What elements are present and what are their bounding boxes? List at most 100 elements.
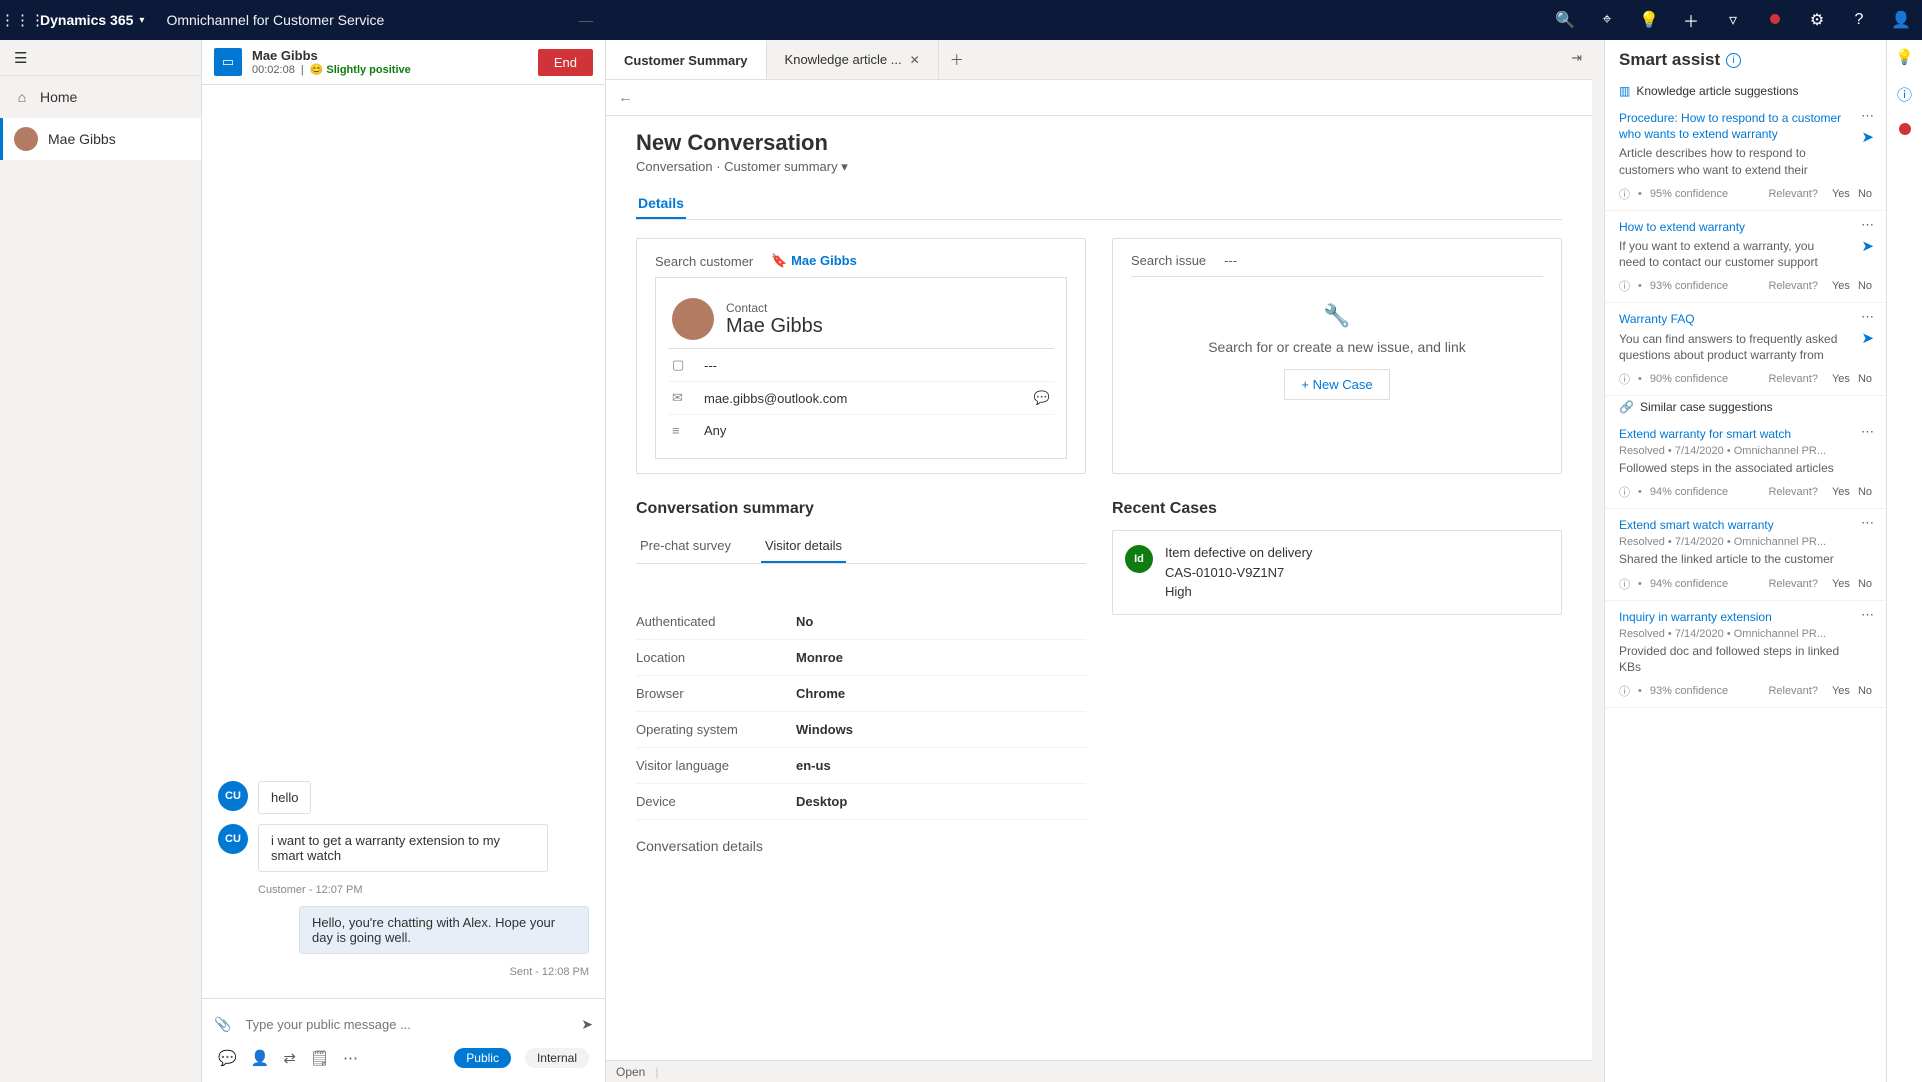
info-icon[interactable]: ⓘ: [1619, 371, 1630, 387]
info-icon[interactable]: ⓘ: [1619, 484, 1630, 500]
internal-toggle[interactable]: Internal: [525, 1048, 589, 1068]
chevron-down-icon[interactable]: ▾: [139, 15, 166, 26]
presence-indicator[interactable]: [1754, 11, 1796, 29]
yes-button[interactable]: Yes: [1832, 486, 1850, 498]
suggestion-item[interactable]: ⋯Extend warranty for smart watchResolved…: [1605, 418, 1886, 509]
task-icon[interactable]: ⌖: [1586, 11, 1628, 29]
record-indicator[interactable]: [1899, 123, 1911, 135]
send-icon[interactable]: ➤: [1861, 128, 1874, 146]
confidence: 94% confidence: [1650, 578, 1728, 590]
add-icon[interactable]: ＋: [1670, 8, 1712, 32]
account-icon[interactable]: 👤: [1880, 10, 1922, 30]
more-icon[interactable]: ⋯: [1861, 108, 1874, 124]
new-case-button[interactable]: + New Case: [1284, 369, 1389, 400]
waffle-icon[interactable]: ⋮⋮⋮: [0, 11, 40, 29]
contact-label: Contact: [726, 301, 823, 315]
breadcrumb-bar: ←: [606, 80, 1592, 116]
suggestion-title: Extend smart watch warranty: [1619, 517, 1872, 533]
suggestion-item[interactable]: ⋯➤Procedure: How to respond to a custome…: [1605, 102, 1886, 211]
notes-icon[interactable]: 🗒: [310, 1049, 329, 1067]
tab-prechat[interactable]: Pre-chat survey: [636, 530, 735, 561]
yes-button[interactable]: Yes: [1832, 578, 1850, 590]
lightbulb-icon[interactable]: 💡: [1895, 48, 1914, 66]
issue-card: Search issue --- 🔧 Search for or create …: [1112, 238, 1562, 474]
expand-icon[interactable]: ⇥: [1571, 50, 1582, 66]
info-icon[interactable]: ⓘ: [1897, 84, 1912, 105]
info-icon[interactable]: ⓘ: [1619, 186, 1630, 202]
chat-icon[interactable]: 💬: [1034, 390, 1050, 406]
yes-button[interactable]: Yes: [1832, 373, 1850, 385]
main-content: Customer Summary Knowledge article ...✕ …: [606, 40, 1592, 1082]
relevant-label: Relevant?: [1768, 280, 1818, 292]
email-value[interactable]: mae.gibbs@outlook.com: [704, 391, 847, 406]
more-icon[interactable]: ⋯: [1861, 424, 1874, 440]
customer-link[interactable]: 🔖 Mae Gibbs: [771, 253, 857, 269]
suggestion-desc: Provided doc and followed steps in linke…: [1619, 643, 1872, 675]
global-topbar: ⋮⋮⋮ Dynamics 365 ▾ Omnichannel for Custo…: [0, 0, 1922, 40]
nav-session[interactable]: Mae Gibbs: [0, 118, 201, 160]
more-icon[interactable]: ⋯: [1861, 217, 1874, 233]
attachment-icon[interactable]: 📎: [214, 1016, 231, 1033]
send-icon[interactable]: ➤: [581, 1016, 593, 1033]
search-issue-label: Search issue: [1131, 253, 1206, 268]
info-icon[interactable]: ⓘ: [1619, 278, 1630, 294]
search-icon[interactable]: 🔍: [1544, 10, 1586, 30]
conv-details-label: Conversation details: [636, 838, 1086, 854]
chat-header: ▭ Mae Gibbs 00:02:08 | 😊 Slightly positi…: [202, 40, 605, 85]
tab-knowledge-article[interactable]: Knowledge article ...✕: [767, 40, 939, 79]
suggestion-meta: Resolved • 7/14/2020 • Omnichannel PR...: [1619, 536, 1872, 548]
nav-home[interactable]: ⌂ Home: [0, 76, 201, 118]
more-icon[interactable]: ⋯: [1861, 515, 1874, 531]
back-icon[interactable]: ←: [618, 89, 645, 106]
yes-button[interactable]: Yes: [1832, 685, 1850, 697]
help-icon[interactable]: ?: [1838, 11, 1880, 29]
content-area: New Conversation Conversation · Customer…: [606, 116, 1592, 1060]
transfer-icon[interactable]: ⇄: [283, 1049, 296, 1067]
gear-icon[interactable]: ⚙: [1796, 10, 1838, 30]
yes-button[interactable]: Yes: [1832, 280, 1850, 292]
tab-details[interactable]: Details: [636, 189, 686, 219]
suggestion-item[interactable]: ⋯➤Warranty FAQYou can find answers to fr…: [1605, 303, 1886, 396]
message-input[interactable]: [241, 1007, 571, 1042]
status-bar: Open |: [606, 1060, 1592, 1082]
tab-visitor-details[interactable]: Visitor details: [761, 530, 846, 563]
add-tab-button[interactable]: ＋: [939, 40, 975, 79]
more-icon[interactable]: ⋯: [343, 1049, 358, 1067]
consult-icon[interactable]: 👤: [251, 1049, 270, 1067]
chat-panel: — ▭ Mae Gibbs 00:02:08 | 😊 Slightly posi…: [202, 40, 606, 1082]
send-icon[interactable]: ➤: [1861, 329, 1874, 347]
suggestion-desc: Article describes how to respond to cust…: [1619, 145, 1872, 177]
no-button[interactable]: No: [1858, 280, 1872, 292]
no-button[interactable]: No: [1858, 685, 1872, 697]
info-icon[interactable]: ⓘ: [1619, 683, 1630, 699]
no-button[interactable]: No: [1858, 578, 1872, 590]
close-icon[interactable]: ✕: [910, 53, 920, 67]
case-item[interactable]: Id Item defective on delivery CAS-01010-…: [1112, 530, 1562, 615]
suggestion-item[interactable]: ⋯Extend smart watch warranty Resolved • 7…: [1605, 509, 1886, 600]
yes-button[interactable]: Yes: [1832, 188, 1850, 200]
page-subtitle: Conversation · Customer summary ▾: [636, 159, 1562, 175]
no-button[interactable]: No: [1858, 486, 1872, 498]
no-button[interactable]: No: [1858, 188, 1872, 200]
more-icon[interactable]: ⋯: [1861, 607, 1874, 623]
lightbulb-icon[interactable]: 💡: [1628, 10, 1670, 30]
quick-reply-icon[interactable]: 💬: [218, 1049, 237, 1067]
contact-name: Mae Gibbs: [726, 315, 823, 338]
chevron-down-icon[interactable]: ▾: [841, 159, 848, 174]
end-button[interactable]: End: [538, 49, 593, 76]
no-button[interactable]: No: [1858, 373, 1872, 385]
suggestion-item[interactable]: ⋯Inquiry in warranty extensionResolved •…: [1605, 601, 1886, 709]
more-icon[interactable]: ⋯: [1861, 309, 1874, 325]
scrollbar[interactable]: [1592, 40, 1604, 1082]
hamburger-icon[interactable]: ☰: [0, 40, 201, 76]
brand-name[interactable]: Dynamics 365: [40, 12, 139, 28]
tab-customer-summary[interactable]: Customer Summary: [606, 40, 767, 79]
filter-icon[interactable]: ▿: [1712, 10, 1754, 30]
minimize-icon[interactable]: —: [579, 12, 593, 28]
public-toggle[interactable]: Public: [454, 1048, 511, 1068]
kv-value: Monroe: [796, 650, 843, 665]
suggestion-item[interactable]: ⋯➤How to extend warrantyIf you want to e…: [1605, 211, 1886, 304]
info-icon[interactable]: ⓘ: [1619, 576, 1630, 592]
info-icon[interactable]: i: [1726, 53, 1741, 68]
send-icon[interactable]: ➤: [1861, 237, 1874, 255]
